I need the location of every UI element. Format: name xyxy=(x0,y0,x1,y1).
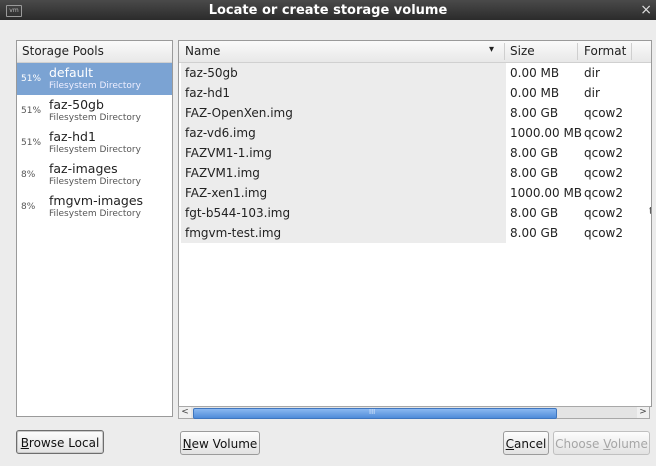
browse-local-accel: B xyxy=(20,436,29,450)
volumes-table-header: Name ▾ Size Format xyxy=(179,41,651,63)
choose-volume-label-pre: Choose xyxy=(555,437,604,451)
pool-name: fmgvm-images xyxy=(49,193,144,208)
close-icon[interactable]: × xyxy=(640,2,652,18)
pool-type: Filesystem Directory xyxy=(49,145,141,155)
pool-type: Filesystem Directory xyxy=(49,113,141,123)
storage-pool-item[interactable]: 51% default Filesystem Directory xyxy=(17,63,172,95)
table-row[interactable]: faz-hd1 0.00 MB dir xyxy=(179,83,651,103)
column-separator[interactable] xyxy=(504,43,505,60)
volume-format: qcow2 xyxy=(584,206,624,220)
table-row[interactable]: FAZ-OpenXen.img 8.00 GB qcow2 xyxy=(179,103,651,123)
volume-size: 1000.00 MB xyxy=(510,126,583,140)
storage-pool-item[interactable]: 8% faz-images Filesystem Directory xyxy=(17,159,172,191)
pool-name: faz-images xyxy=(49,161,118,176)
table-row[interactable]: FAZVM1-1.img 8.00 GB qcow2 xyxy=(179,143,651,163)
volume-name: FAZVM1-1.img xyxy=(185,146,272,160)
choose-volume-button[interactable]: Choose Volume xyxy=(553,431,650,455)
volume-format: qcow2 xyxy=(584,106,624,120)
volumes-table[interactable]: Name ▾ Size Format faz-50gb 0.00 MB dir faz… xyxy=(178,40,652,407)
cancel-label: ancel xyxy=(514,437,547,451)
scrollbar-grip-icon: III xyxy=(369,408,376,416)
volume-name: faz-50gb xyxy=(185,66,238,80)
volume-format: qcow2 xyxy=(584,186,624,200)
table-row[interactable]: fgt-b544-103.img 8.00 GB qcow2 t xyxy=(179,203,651,223)
window-title: Locate or create storage volume xyxy=(208,3,448,18)
volume-format: dir xyxy=(584,86,600,100)
volume-size: 8.00 GB xyxy=(510,206,559,220)
table-row[interactable]: faz-50gb 0.00 MB dir xyxy=(179,63,651,83)
volume-name: fgt-b544-103.img xyxy=(185,206,291,220)
volume-name: faz-hd1 xyxy=(185,86,231,100)
pool-name: default xyxy=(49,65,93,80)
table-row[interactable]: FAZVM1.img 8.00 GB qcow2 xyxy=(179,163,651,183)
storage-pool-item[interactable]: 51% faz-hd1 Filesystem Directory xyxy=(17,127,172,159)
column-header-size[interactable]: Size xyxy=(510,44,535,58)
pool-usage-percent: 8% xyxy=(21,202,36,212)
volume-name: FAZ-xen1.img xyxy=(185,186,268,200)
new-volume-button[interactable]: New Volume xyxy=(180,431,260,455)
browse-local-button[interactable]: Browse Local xyxy=(16,430,104,454)
pool-usage-percent: 51% xyxy=(21,106,42,116)
storage-pool-item[interactable]: 8% fmgvm-images Filesystem Directory xyxy=(17,191,172,223)
volume-name: fmgvm-test.img xyxy=(185,226,282,240)
volume-size: 1000.00 MB xyxy=(510,186,583,200)
scroll-left-icon[interactable]: < xyxy=(179,407,191,418)
table-row[interactable]: FAZ-xen1.img 1000.00 MB qcow2 xyxy=(179,183,651,203)
volume-name: FAZ-OpenXen.img xyxy=(185,106,293,120)
cancel-button[interactable]: Cancel xyxy=(503,431,549,455)
pool-type: Filesystem Directory xyxy=(49,81,141,91)
volume-name: faz-vd6.img xyxy=(185,126,256,140)
storage-pool-item[interactable]: 51% faz-50gb Filesystem Directory xyxy=(17,95,172,127)
scrollbar-thumb[interactable]: III xyxy=(193,408,557,419)
volume-overflow-text: t xyxy=(649,206,651,217)
choose-volume-accel: V xyxy=(603,437,611,451)
column-header-format[interactable]: Format xyxy=(584,44,626,58)
table-row[interactable]: faz-vd6.img 1000.00 MB qcow2 xyxy=(179,123,651,143)
pool-name: faz-50gb xyxy=(49,97,104,112)
title-bar: vm Locate or create storage volume × xyxy=(0,0,656,20)
column-separator[interactable] xyxy=(631,43,632,60)
volume-format: dir xyxy=(584,66,600,80)
browse-local-label: rowse Local xyxy=(28,436,100,450)
pool-usage-percent: 51% xyxy=(21,74,42,84)
storage-pools-list[interactable]: Storage Pools 51% default Filesystem Direc… xyxy=(16,40,173,417)
volume-format: qcow2 xyxy=(584,226,624,240)
volume-format: qcow2 xyxy=(584,166,624,180)
volume-size: 0.00 MB xyxy=(510,66,560,80)
volume-size: 8.00 GB xyxy=(510,226,559,240)
choose-volume-label: olume xyxy=(610,437,648,451)
new-volume-label: ew Volume xyxy=(191,437,258,451)
volume-size: 8.00 GB xyxy=(510,106,559,120)
storage-pools-header: Storage Pools xyxy=(17,41,172,63)
new-volume-accel: N xyxy=(182,437,192,451)
pool-type: Filesystem Directory xyxy=(49,209,141,219)
column-separator[interactable] xyxy=(577,43,578,60)
volume-size: 8.00 GB xyxy=(510,166,559,180)
scroll-right-icon[interactable]: > xyxy=(637,407,649,418)
pool-usage-percent: 8% xyxy=(21,170,36,180)
table-row[interactable]: fmgvm-test.img 8.00 GB qcow2 xyxy=(179,223,651,243)
sort-descending-icon[interactable]: ▾ xyxy=(489,44,494,55)
cancel-accel: C xyxy=(505,437,515,451)
volume-name: FAZVM1.img xyxy=(185,166,260,180)
pool-type: Filesystem Directory xyxy=(49,177,141,187)
volume-format: qcow2 xyxy=(584,126,624,140)
column-header-name[interactable]: Name xyxy=(185,44,220,58)
volume-format: qcow2 xyxy=(584,146,624,160)
pool-name: faz-hd1 xyxy=(49,129,96,144)
pool-usage-percent: 51% xyxy=(21,138,42,148)
volume-size: 0.00 MB xyxy=(510,86,560,100)
volume-size: 8.00 GB xyxy=(510,146,559,160)
horizontal-scrollbar[interactable]: < III > xyxy=(178,406,650,419)
